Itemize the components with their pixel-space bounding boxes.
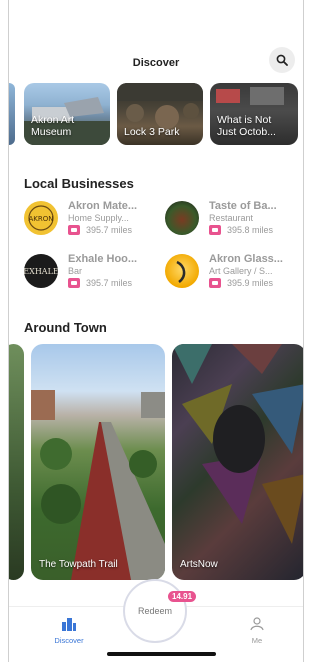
local-businesses-title: Local Businesses bbox=[24, 176, 134, 191]
nav-me-label: Me bbox=[251, 636, 263, 645]
business-distance-value: 395.9 miles bbox=[227, 278, 274, 288]
points-badge: 14.91 bbox=[168, 591, 197, 602]
around-town-title: Around Town bbox=[24, 320, 107, 335]
featured-card-label: Lock 3 Park bbox=[124, 126, 180, 138]
business-category: Home Supply... bbox=[68, 213, 129, 223]
business-logo: EXHALE bbox=[24, 254, 58, 288]
redeem-label: Redeem bbox=[137, 606, 173, 616]
redeem-button[interactable]: Redeem bbox=[123, 579, 187, 643]
featured-card-partial[interactable] bbox=[9, 83, 15, 145]
header: Discover bbox=[9, 0, 303, 80]
featured-card[interactable]: Akron Art Museum bbox=[24, 83, 110, 145]
gift-icon bbox=[68, 278, 80, 288]
nav-discover-label: Discover bbox=[54, 636, 84, 645]
business-distance-value: 395.8 miles bbox=[227, 225, 274, 235]
nav-discover[interactable]: Discover bbox=[39, 617, 99, 645]
business-logo bbox=[165, 254, 199, 288]
business-item[interactable]: AKRON Akron Mate... Home Supply... 395.7… bbox=[24, 199, 149, 239]
svg-text:AKRON: AKRON bbox=[29, 215, 54, 223]
frame-border bbox=[303, 0, 304, 662]
app-screen: Discover Akron Art Museum Lock 3 Park Wh… bbox=[0, 0, 310, 662]
featured-card-label: Akron Art Museum bbox=[31, 114, 75, 138]
around-town-card-partial[interactable] bbox=[9, 344, 24, 580]
search-button[interactable] bbox=[269, 47, 295, 73]
business-name: Akron Mate... bbox=[68, 200, 138, 212]
business-item[interactable]: EXHALE Exhale Hoo... Bar 395.7 miles bbox=[24, 252, 149, 292]
page-title: Discover bbox=[132, 57, 180, 69]
svg-text:EXHALE: EXHALE bbox=[24, 267, 58, 276]
business-name: Akron Glass... bbox=[209, 253, 283, 265]
gift-icon bbox=[209, 278, 221, 288]
business-category: Bar bbox=[68, 266, 83, 276]
business-distance: 395.9 miles bbox=[209, 278, 273, 288]
around-town-card[interactable]: The Towpath Trail bbox=[31, 344, 165, 580]
featured-carousel[interactable]: Akron Art Museum Lock 3 Park What is Not… bbox=[9, 83, 303, 146]
business-logo bbox=[165, 201, 199, 235]
business-item[interactable]: Taste of Ba... Restaurant 395.8 miles bbox=[165, 199, 290, 239]
gift-icon bbox=[68, 225, 80, 235]
around-town-card[interactable]: ArtsNow bbox=[172, 344, 303, 580]
business-category: Art Gallery / S... bbox=[209, 266, 273, 276]
gift-icon bbox=[209, 225, 221, 235]
artsnow-mosaic-image bbox=[172, 344, 303, 544]
around-town-card-label: The Towpath Trail bbox=[39, 559, 118, 570]
around-town-card-label: ArtsNow bbox=[180, 559, 218, 570]
business-distance: 395.8 miles bbox=[209, 225, 273, 235]
business-distance: 395.7 miles bbox=[68, 225, 132, 235]
business-category: Restaurant bbox=[209, 213, 254, 223]
towpath-trail-image bbox=[31, 390, 165, 580]
city-icon bbox=[62, 618, 76, 631]
business-distance: 395.7 miles bbox=[68, 278, 132, 288]
nav-me[interactable]: Me bbox=[227, 617, 287, 645]
around-town-carousel[interactable]: The Towpath Trail ArtsNow bbox=[9, 344, 303, 582]
business-distance-value: 395.7 miles bbox=[86, 225, 133, 235]
search-icon bbox=[276, 54, 288, 66]
featured-card[interactable]: Lock 3 Park bbox=[117, 83, 203, 145]
featured-card-label: What is Not Just Octob... bbox=[217, 114, 276, 138]
profile-icon bbox=[250, 617, 264, 631]
business-name: Exhale Hoo... bbox=[68, 253, 138, 265]
featured-card[interactable]: What is Not Just Octob... bbox=[210, 83, 298, 145]
business-item[interactable]: Akron Glass... Art Gallery / S... 395.9 … bbox=[165, 252, 290, 292]
business-name: Taste of Ba... bbox=[209, 200, 277, 212]
business-distance-value: 395.7 miles bbox=[86, 278, 133, 288]
home-indicator[interactable] bbox=[107, 652, 216, 656]
business-logo: AKRON bbox=[24, 201, 58, 235]
